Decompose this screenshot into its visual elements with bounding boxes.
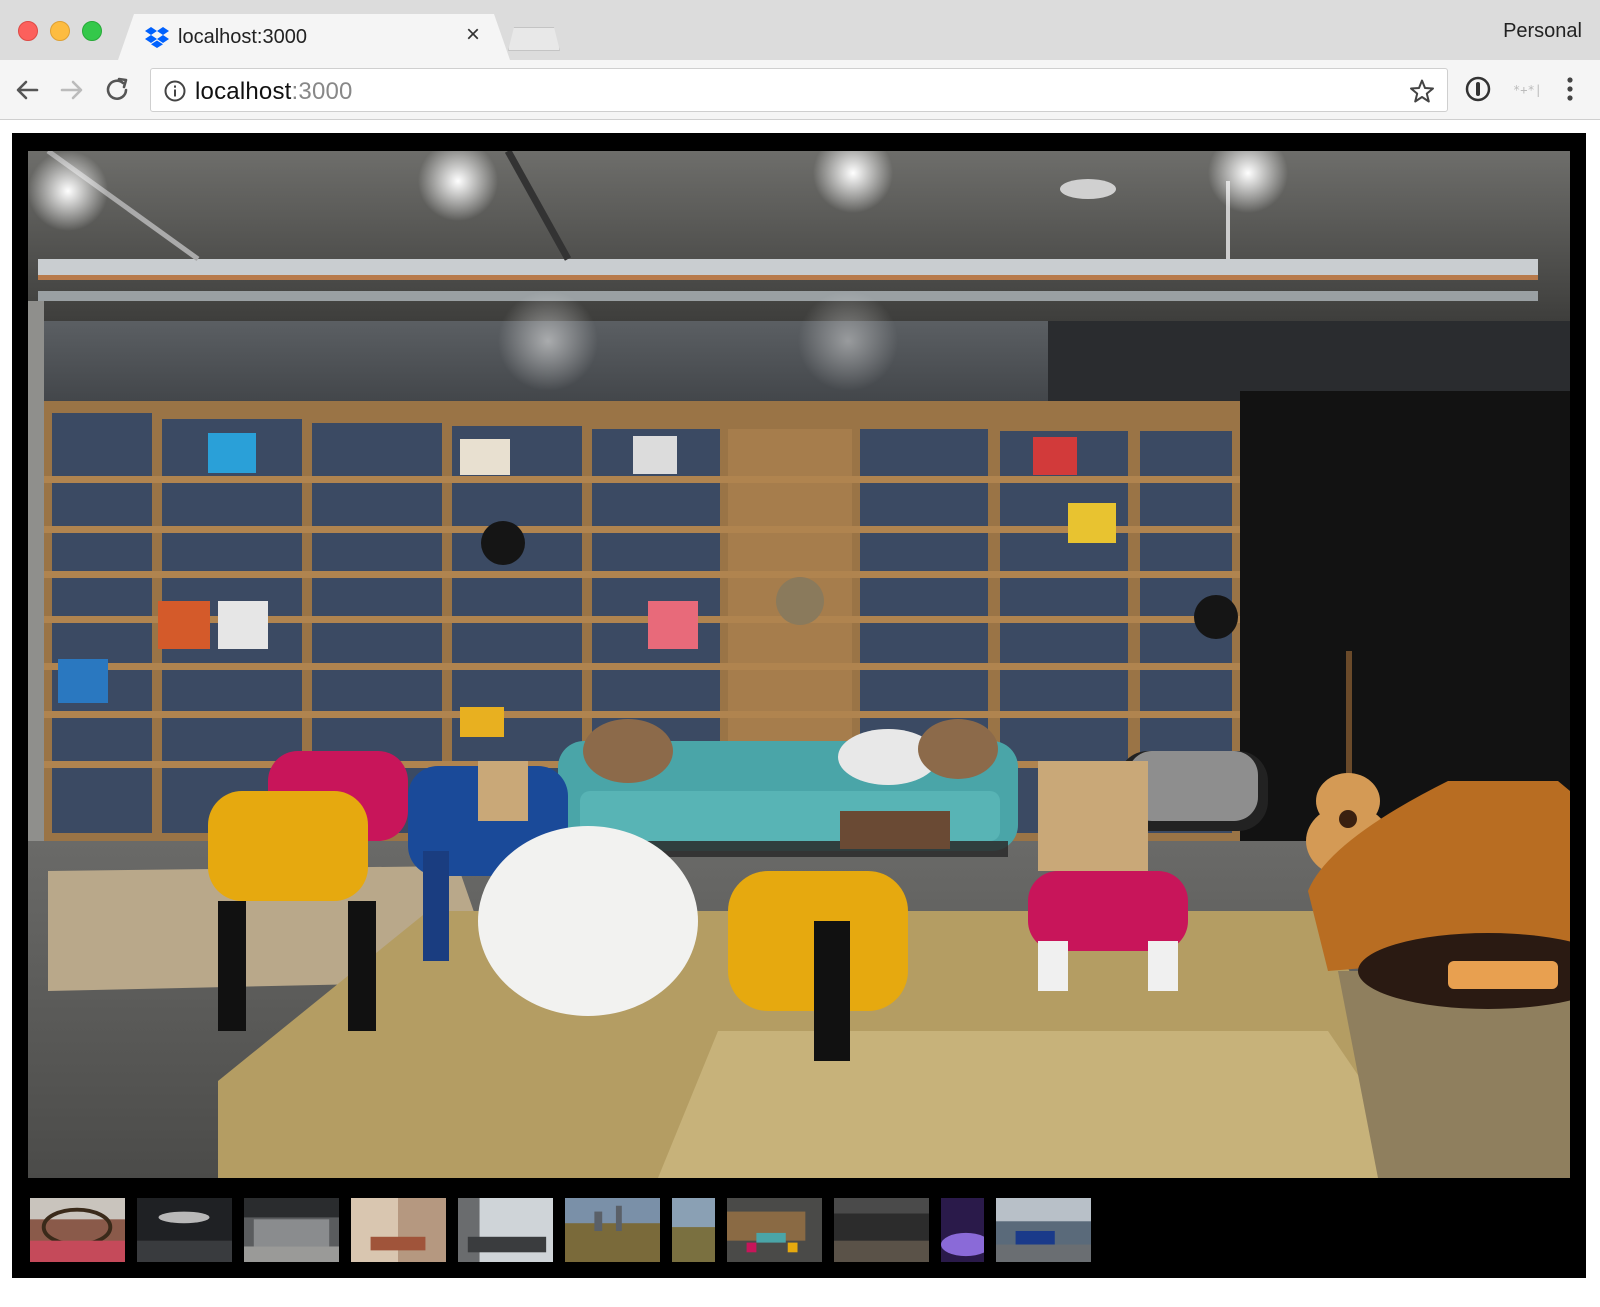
main-photo[interactable] xyxy=(28,151,1570,1178)
tab-close-icon[interactable]: × xyxy=(466,23,480,47)
thumbnail-image xyxy=(244,1198,339,1262)
tab-title: localhost:3000 xyxy=(178,26,307,48)
url-host: localhost xyxy=(195,78,292,105)
thumbnail[interactable] xyxy=(243,1197,340,1263)
reload-icon xyxy=(106,77,128,100)
thumbnail[interactable] xyxy=(564,1197,661,1263)
thumbnail[interactable] xyxy=(29,1197,126,1263)
thumbnail-image xyxy=(30,1198,125,1262)
profile-label[interactable]: Personal xyxy=(1503,20,1582,43)
thumbnail[interactable] xyxy=(136,1197,233,1263)
url-port: :3000 xyxy=(291,78,353,105)
menu-dots-icon[interactable] xyxy=(1555,74,1585,104)
thumbnail-image xyxy=(137,1198,232,1262)
arrow-left-icon xyxy=(16,80,39,100)
thumbnail[interactable] xyxy=(995,1197,1092,1263)
browser-toolbar: localhost:3000 *+*| xyxy=(0,60,1600,120)
thumbnail-image xyxy=(565,1198,660,1262)
thumbnail-image xyxy=(672,1198,715,1262)
active-tab[interactable]: localhost:3000 × xyxy=(118,14,510,60)
svg-text:*+*|: *+*| xyxy=(1513,83,1539,97)
thumbnail-selected[interactable] xyxy=(726,1197,823,1263)
thumbnail-image xyxy=(727,1198,822,1262)
thumbnail[interactable] xyxy=(833,1197,930,1263)
new-tab-button[interactable] xyxy=(508,27,560,51)
thumbnail-image xyxy=(834,1198,929,1262)
dropbox-icon xyxy=(145,27,169,48)
password-manager-icon[interactable] xyxy=(1463,74,1493,104)
back-button[interactable] xyxy=(11,74,43,106)
thumbnail-image xyxy=(996,1198,1091,1262)
address-bar[interactable]: localhost:3000 xyxy=(150,68,1448,112)
thumbnail[interactable] xyxy=(671,1197,716,1263)
thumbnail[interactable] xyxy=(940,1197,985,1263)
thumbnail-image xyxy=(941,1198,984,1262)
browser-tab-bar: localhost:3000 × Personal xyxy=(0,0,1600,60)
info-icon[interactable] xyxy=(163,79,187,103)
url-text[interactable]: localhost:3000 xyxy=(195,78,353,106)
thumbnail[interactable] xyxy=(457,1197,554,1263)
thumbnail-image xyxy=(351,1198,446,1262)
thumbnail-image xyxy=(458,1198,553,1262)
close-window-button[interactable] xyxy=(18,21,38,41)
forward-button[interactable] xyxy=(56,74,88,106)
minimize-window-button[interactable] xyxy=(50,21,70,41)
photo-lounge-library xyxy=(28,151,1570,1178)
star-icon[interactable] xyxy=(1409,78,1435,104)
thumbnail[interactable] xyxy=(350,1197,447,1263)
gallery-viewer xyxy=(12,133,1586,1278)
maximize-window-button[interactable] xyxy=(82,21,102,41)
extension-icon[interactable]: *+*| xyxy=(1509,74,1539,104)
arrow-right-icon xyxy=(60,80,83,100)
reload-button[interactable] xyxy=(101,74,133,106)
